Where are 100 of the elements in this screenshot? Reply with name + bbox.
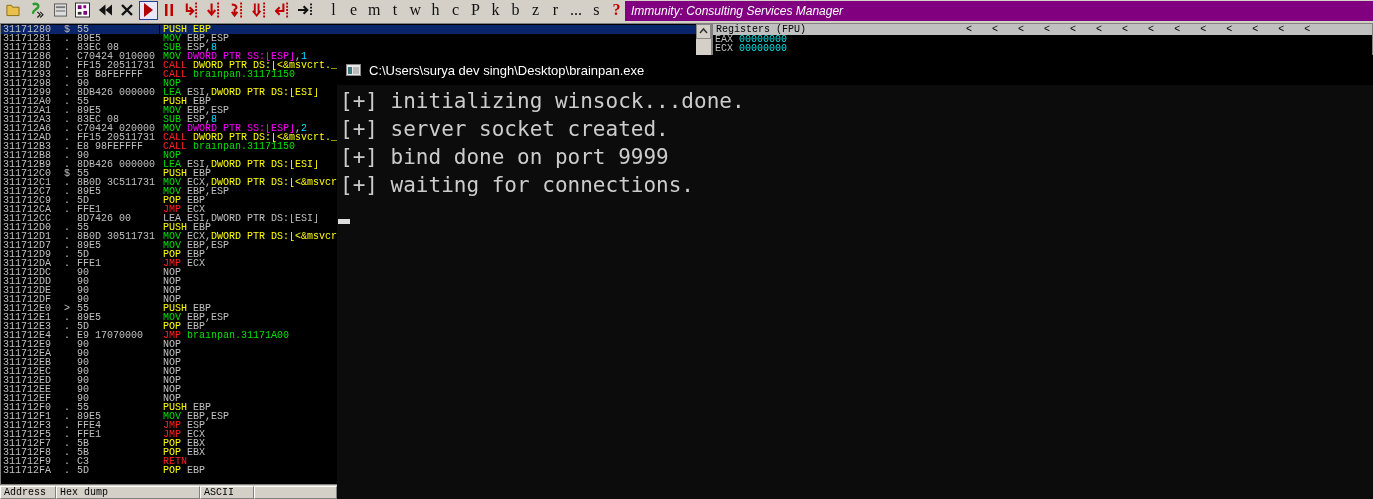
disassembly-row[interactable]: 311712F5 . FFE1 JMP ECX (1, 429, 337, 439)
address-cell-text: 311712E1 (2, 312, 52, 322)
disassembly-row[interactable]: 311712B8 . 90 NOP (1, 150, 337, 160)
disassembly-row[interactable]: 311712F1 . 89E5 MOV EBP,ESP (1, 411, 337, 421)
column-marker[interactable]: < (966, 23, 972, 35)
disassembly-row[interactable]: 311712F9 . C3 RETN (1, 456, 337, 466)
column-marker[interactable]: < (992, 23, 999, 35)
hex-cell: 8B0D 30511731 (76, 231, 160, 241)
disassembly-row[interactable]: 31171280 $ 55 PUSH EBP (1, 24, 696, 34)
disassembly-row[interactable]: 311712DF 90 NOP (1, 294, 337, 304)
column-marker[interactable]: < (1044, 23, 1051, 35)
disassembly-row[interactable]: 311712C0 $ 55 PUSH EBP (1, 168, 337, 178)
window-shortcut-button[interactable]: h (427, 0, 444, 20)
disassembly-row[interactable]: 31171283 . 83EC 08 SUB ESP,8 (1, 42, 337, 52)
window-shortcut-button[interactable]: s (588, 0, 605, 20)
window-shortcut-button[interactable]: P (467, 0, 484, 20)
column-marker[interactable]: < (1070, 23, 1077, 35)
scroll-up-icon[interactable] (696, 23, 711, 39)
disassembly-row[interactable]: 31171286 . C70424 010000 MOV DWORD PTR SS:[ESP],1 (1, 51, 337, 61)
marker-cell: . (64, 258, 70, 268)
disassembly-row[interactable]: 311712F8 . 5B POP EBX (1, 447, 337, 457)
window-shortcut-button[interactable]: r (547, 0, 564, 20)
column-marker[interactable]: < (1174, 23, 1181, 35)
disassembly-row[interactable]: 311712DA . FFE1 JMP ECX (1, 258, 337, 268)
disassembly-row[interactable]: 311712EC 90 NOP (1, 366, 337, 376)
column-marker[interactable]: < (1096, 23, 1103, 35)
disassembly-row[interactable]: 31171299 . 8DB426 000000 LEA ESI,DWORD PTR DS:[ESI] (1, 87, 337, 97)
disassembly-row[interactable]: 31171281 . 89E5 MOV EBP,ESP (1, 33, 337, 43)
address-cell-text: 311712AD (2, 132, 52, 142)
disassembly-row[interactable]: 311712FA . 5D POP EBP (1, 465, 337, 475)
disassembly-row[interactable]: 311712EF 90 NOP (1, 393, 337, 403)
disassembly-row[interactable]: 311712EA 90 NOP (1, 348, 337, 358)
column-marker[interactable]: < (1252, 23, 1259, 35)
window-shortcut-button[interactable]: ... (567, 0, 585, 20)
disassembly-row[interactable]: 311712E0 > 55 PUSH EBP (1, 303, 337, 313)
disassembly-row[interactable]: 311712C1 . 8B0D 3C511731 MOV ECX,DWORD PTR DS:[<&msvcr (1, 177, 337, 187)
column-marker[interactable]: < (1122, 23, 1129, 35)
disassembly-row[interactable]: 311712A3 . 83EC 08 SUB ESP,8 (1, 114, 337, 124)
instruction-cell-text: JMP ECX (162, 204, 206, 214)
disassembly-row[interactable]: 311712E3 . 5D POP EBP (1, 321, 337, 331)
column-marker[interactable]: < (1200, 23, 1207, 35)
column-header[interactable]: ASCII (200, 486, 254, 499)
disassembly-row[interactable]: 311712DD 90 NOP (1, 276, 337, 286)
disassembly-row[interactable]: 311712ED 90 NOP (1, 375, 337, 385)
window-shortcut-button[interactable]: t (386, 0, 404, 20)
disassembly-row[interactable]: 3117128D . FF15 20511731 CALL DWORD PTR DS:[<&msvcrt._ (1, 60, 337, 70)
instruction-cell-text: NOP (162, 339, 181, 349)
disassembly-row[interactable]: 311712F0 . 55 PUSH EBP (1, 402, 337, 412)
disassembly-row[interactable]: 311712E4 . E9 17070000 JMP brainpan.31171A00 (1, 330, 337, 340)
disassembly-row[interactable]: 311712DC 90 NOP (1, 267, 337, 277)
disassembly-row[interactable]: 311712C7 . 89E5 MOV EBP,ESP (1, 186, 337, 196)
disassembly-row[interactable]: 311712D1 . 8B0D 30511731 MOV ECX,DWORD PTR DS:[<&msvcr (1, 231, 337, 241)
disassembly-row[interactable]: 311712EE 90 NOP (1, 384, 337, 394)
disassembly-row[interactable]: 31171298 . 90 NOP (1, 78, 337, 88)
help-button[interactable]: ? (608, 0, 625, 20)
address-cell-text: 311712C1 (2, 177, 52, 187)
disassembly-row[interactable]: 311712A1 . 89E5 MOV EBP,ESP (1, 105, 337, 115)
disassembly-row[interactable]: 311712CC 8D7426 00 LEA ESI,DWORD PTR DS:[ESI] (1, 213, 337, 223)
disassembly-row[interactable]: 311712DE 90 NOP (1, 285, 337, 295)
window-shortcut-button[interactable]: l (324, 0, 342, 20)
window-shortcut-button[interactable]: c (447, 0, 464, 20)
disassembly-row[interactable]: 311712A6 . C70424 020000 MOV DWORD PTR SS:[ESP],2 (1, 123, 337, 133)
hex-cell: 55 (77, 402, 160, 412)
instruction-cell-text: NOP (162, 78, 181, 88)
column-marker[interactable]: < (1278, 23, 1285, 35)
instruction-cell-text: JMP ESP (162, 420, 206, 430)
window-shortcut-button[interactable]: w (406, 0, 424, 20)
window-shortcut-button[interactable]: m (364, 0, 384, 20)
marker-cell: . (63, 177, 70, 187)
registers-title: Registers (FPU) (716, 23, 807, 35)
disassembly-row[interactable]: 311712E1 . 89E5 MOV EBP,ESP (1, 312, 337, 322)
disassembly-row[interactable]: 311712C9 . 5D POP EBP (1, 195, 337, 205)
disassembly-row[interactable]: 311712E9 90 NOP (1, 339, 337, 349)
column-marker[interactable]: < (1226, 23, 1233, 35)
disassembly-row[interactable]: 311712D7 . 89E5 MOV EBP,ESP (1, 240, 337, 250)
instruction-cell-text: NOP (162, 375, 181, 385)
column-header[interactable]: Address (0, 486, 56, 499)
window-shortcut-button[interactable]: b (507, 0, 524, 20)
run-button[interactable] (138, 0, 158, 20)
window-shortcut-button[interactable]: z (527, 0, 544, 20)
disassembly-row[interactable]: 311712F7 . 5B POP EBX (1, 438, 337, 448)
disassembly-row[interactable]: 311712F3 . FFE4 JMP ESP (1, 420, 337, 430)
disassembly-row[interactable]: 311712D9 . 5D POP EBP (1, 249, 337, 259)
disassembly-row[interactable]: 311712D0 . 55 PUSH EBP (1, 222, 337, 232)
column-marker[interactable]: < (1018, 23, 1025, 35)
hex-cell: 5B (77, 447, 160, 457)
disassembly-row[interactable]: 311712B3 . E8 98FEFFFF CALL brainpan.31171150 (1, 141, 337, 151)
address-cell-text: 311712D7 (2, 240, 52, 250)
disassembly-row[interactable]: 311712EB 90 NOP (1, 357, 337, 367)
marker-cell: . (64, 96, 70, 106)
window-shortcut-button[interactable]: e (344, 0, 362, 20)
disassembly-row[interactable]: 31171293 . E8 B8FEFFFF CALL brainpan.31171150 (1, 69, 337, 79)
disassembly-row[interactable]: 311712CA . FFE1 JMP ECX (1, 204, 337, 214)
column-marker[interactable]: < (1148, 23, 1155, 35)
column-header[interactable]: Hex dump (56, 486, 200, 499)
disassembly-row[interactable]: 311712AD . FF15 20511731 CALL DWORD PTR DS:[<&msvcrt._ (1, 132, 337, 142)
disassembly-row[interactable]: 311712B9 . 8DB426 000000 LEA ESI,DWORD PTR DS:[ESI] (1, 159, 337, 169)
disassembly-row[interactable]: 311712A0 . 55 PUSH EBP (1, 96, 337, 106)
window-shortcut-button[interactable]: k (487, 0, 504, 20)
column-marker[interactable]: < (1304, 23, 1311, 35)
